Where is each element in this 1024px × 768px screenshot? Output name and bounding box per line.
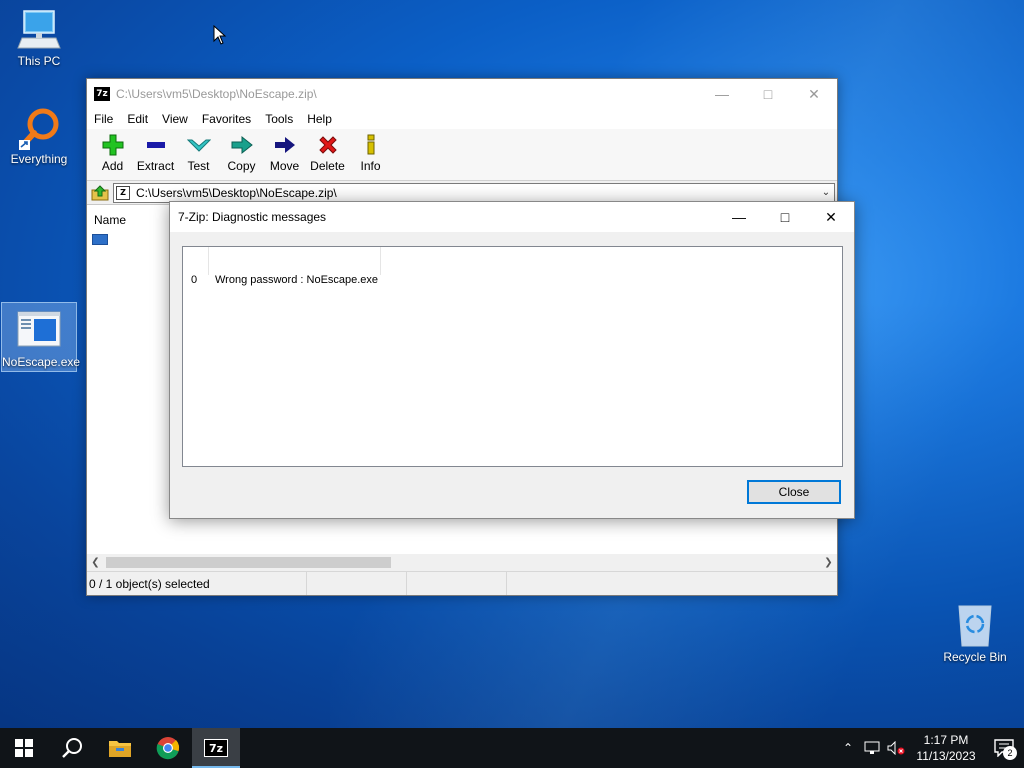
test-button[interactable]: Test <box>177 129 220 173</box>
chrome-taskbar-button[interactable] <box>144 728 192 768</box>
search-icon <box>62 738 82 758</box>
test-check-icon <box>186 134 211 156</box>
computer-icon <box>16 8 62 52</box>
address-text: C:\Users\vm5\Desktop\NoEscape.zip\ <box>136 185 337 200</box>
close-button[interactable]: Close <box>747 480 841 504</box>
add-plus-icon <box>101 134 125 156</box>
extract-button[interactable]: Extract <box>134 129 177 173</box>
list-header-col-1[interactable] <box>209 247 381 275</box>
action-center-button[interactable]: 2 <box>984 728 1024 768</box>
close-window-button[interactable]: ✕ <box>791 79 837 109</box>
list-header-col-0[interactable] <box>183 247 209 275</box>
desktop-icon-this-pc[interactable]: This PC <box>1 8 77 76</box>
add-button[interactable]: Add <box>91 129 134 173</box>
desktop-icon-label: Everything <box>10 152 68 166</box>
main-window-title: C:\Users\vm5\Desktop\NoEscape.zip\ <box>116 87 317 101</box>
message-row[interactable]: 0 Wrong password : NoEscape.exe <box>183 274 378 286</box>
message-list[interactable]: 0 Wrong password : NoEscape.exe <box>182 246 843 467</box>
notification-count-badge: 2 <box>1003 746 1017 760</box>
search-button[interactable] <box>48 728 96 768</box>
everything-search-icon <box>16 106 62 150</box>
delete-x-icon <box>316 134 340 156</box>
diagnostic-messages-dialog: 7-Zip: Diagnostic messages — □ ✕ 0 Wrong… <box>169 201 855 519</box>
chevron-up-icon[interactable]: ⌃ <box>836 741 860 755</box>
menu-bar: File Edit View Favorites Tools Help <box>87 109 837 129</box>
menu-help[interactable]: Help <box>303 112 336 126</box>
column-header-name[interactable]: Name <box>94 213 126 227</box>
desktop-icon-label: This PC <box>17 54 61 68</box>
dialog-maximize-button[interactable]: □ <box>762 202 808 232</box>
scroll-left-icon[interactable]: ❮ <box>87 557 104 568</box>
mouse-cursor-icon <box>213 24 227 48</box>
move-button[interactable]: Move <box>263 129 306 173</box>
file-explorer-taskbar-button[interactable] <box>96 728 144 768</box>
info-button[interactable]: Info <box>349 129 392 173</box>
volume-muted-icon[interactable] <box>884 741 908 755</box>
status-segment-3 <box>407 572 507 595</box>
7zip-app-icon: 7z <box>94 87 110 101</box>
dialog-minimize-button[interactable]: — <box>716 202 762 232</box>
maximize-button[interactable]: □ <box>745 79 791 109</box>
menu-favorites[interactable]: Favorites <box>198 112 255 126</box>
desktop-icon-everything[interactable]: Everything <box>1 106 77 176</box>
status-bar: 0 / 1 object(s) selected <box>87 571 837 595</box>
clock-date: 11/13/2023 <box>916 749 976 763</box>
desktop-icon-label: NoEscape.exe <box>2 355 81 369</box>
desktop-icon-noescape-exe[interactable]: NoEscape.exe <box>1 302 81 372</box>
file-row-exe-icon[interactable] <box>92 234 108 245</box>
add-label: Add <box>101 159 124 173</box>
menu-view[interactable]: View <box>158 112 192 126</box>
delete-label: Delete <box>310 159 345 173</box>
extract-minus-icon <box>144 134 168 156</box>
info-icon <box>359 134 383 156</box>
toolbar: Add Extract Test Copy Move Delete Info <box>87 129 837 181</box>
desktop-icon-recycle-bin[interactable]: Recycle Bin <box>937 602 1013 672</box>
chevron-down-icon[interactable]: ⌄ <box>818 187 834 198</box>
copy-arrow-icon <box>230 134 254 156</box>
clock-time: 1:17 PM <box>923 733 969 747</box>
message-text: Wrong password : NoEscape.exe <box>215 274 379 286</box>
up-arrow-folder-icon <box>91 184 109 200</box>
horizontal-scrollbar[interactable]: ❮ ❯ <box>87 554 837 571</box>
copy-button[interactable]: Copy <box>220 129 263 173</box>
message-index: 0 <box>191 274 198 286</box>
info-label: Info <box>360 159 381 173</box>
minimize-button[interactable]: — <box>699 79 745 109</box>
menu-edit[interactable]: Edit <box>123 112 152 126</box>
start-button[interactable] <box>0 728 48 768</box>
7zip-icon: 7z <box>204 739 228 757</box>
extract-label: Extract <box>136 159 175 173</box>
system-tray: ⌃ 1:17 PM 11/13/2023 2 <box>836 728 1024 768</box>
main-titlebar[interactable]: 7z C:\Users\vm5\Desktop\NoEscape.zip\ — … <box>87 79 837 109</box>
file-explorer-icon <box>109 741 131 757</box>
copy-label: Copy <box>227 159 256 173</box>
dialog-title: 7-Zip: Diagnostic messages <box>178 210 327 224</box>
menu-tools[interactable]: Tools <box>261 112 297 126</box>
delete-button[interactable]: Delete <box>306 129 349 173</box>
exe-file-icon <box>17 309 61 349</box>
up-folder-button[interactable] <box>87 182 113 204</box>
start-icon <box>15 739 33 757</box>
network-icon[interactable] <box>860 741 884 755</box>
status-segment-2 <box>307 572 407 595</box>
scroll-right-icon[interactable]: ❯ <box>820 557 837 568</box>
chrome-icon <box>156 737 180 760</box>
scroll-thumb[interactable] <box>106 557 391 568</box>
dialog-close-x-button[interactable]: ✕ <box>808 202 854 232</box>
menu-file[interactable]: File <box>90 112 117 126</box>
taskbar: 7z ⌃ 1:17 PM 11/13/2023 2 <box>0 728 1024 768</box>
status-selection: 0 / 1 object(s) selected <box>87 572 307 595</box>
address-field[interactable]: Z C:\Users\vm5\Desktop\NoEscape.zip\ ⌄ <box>113 182 835 203</box>
dialog-titlebar[interactable]: 7-Zip: Diagnostic messages — □ ✕ <box>170 202 854 232</box>
clock[interactable]: 1:17 PM 11/13/2023 <box>908 732 984 764</box>
move-label: Move <box>269 159 300 173</box>
zip-archive-icon: Z <box>116 185 130 200</box>
scroll-track[interactable] <box>104 554 820 571</box>
move-arrow-icon <box>273 134 297 156</box>
desktop-icon-label: Recycle Bin <box>943 650 1007 664</box>
test-label: Test <box>187 159 210 173</box>
recycle-bin-icon <box>955 602 995 648</box>
7zip-taskbar-button[interactable]: 7z <box>192 728 240 768</box>
